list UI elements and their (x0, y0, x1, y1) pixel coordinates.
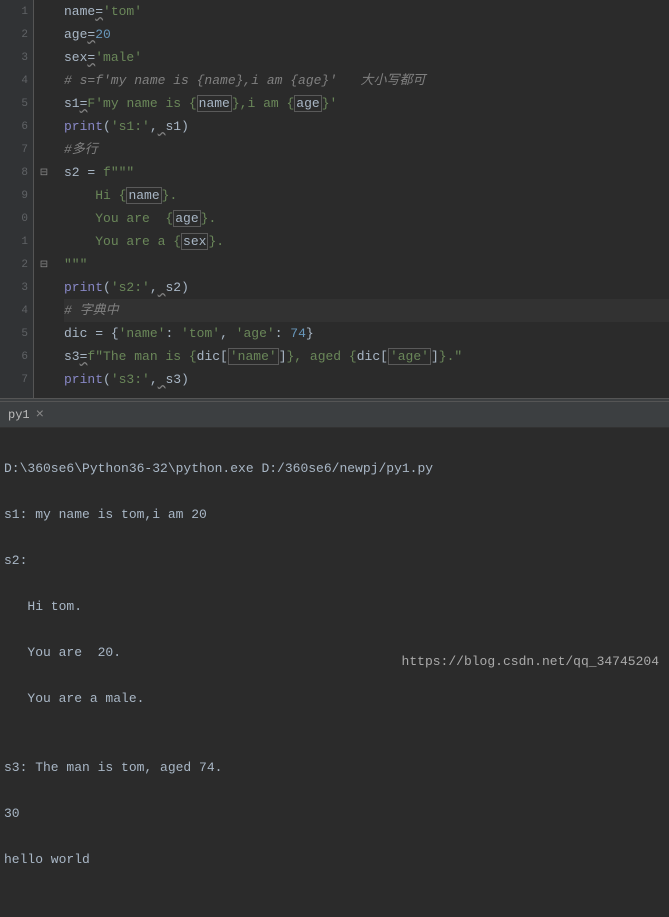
line-number: 4 (0, 299, 33, 322)
watermark-text: https://blog.csdn.net/qq_34745204 (402, 650, 659, 673)
code-line[interactable]: """ (64, 253, 669, 276)
console-line: You are a male. (4, 687, 665, 710)
console-line: 30 (4, 802, 665, 825)
code-line[interactable]: s3=f"The man is {dic['name']}, aged {dic… (64, 345, 669, 368)
console-tab-bar: py1 × (0, 402, 669, 428)
editor-area: 1 2 3 4 5 6 7 8 9 0 1 2 3 4 5 6 7 ⊟ ⊟ na… (0, 0, 669, 398)
line-number: 1 (0, 0, 33, 23)
line-number: 3 (0, 46, 33, 69)
line-number: 6 (0, 115, 33, 138)
close-icon[interactable]: × (36, 407, 44, 423)
line-number: 3 (0, 276, 33, 299)
console-line: s2: (4, 549, 665, 572)
line-number: 8 (0, 161, 33, 184)
code-line[interactable]: print('s3:', s3) (64, 368, 669, 391)
code-line[interactable]: Hi {name}. (64, 184, 669, 207)
code-line[interactable]: #多行 (64, 138, 669, 161)
line-number: 0 (0, 207, 33, 230)
line-number: 1 (0, 230, 33, 253)
code-line[interactable]: age=20 (64, 23, 669, 46)
code-line[interactable]: # s=f'my name is {name},i am {age}' 大小写都… (64, 69, 669, 92)
fold-gutter: ⊟ ⊟ (34, 0, 54, 398)
line-number: 7 (0, 138, 33, 161)
line-number: 5 (0, 322, 33, 345)
line-number: 2 (0, 23, 33, 46)
console-line: s1: my name is tom,i am 20 (4, 503, 665, 526)
code-line[interactable]: s1=F'my name is {name},i am {age}' (64, 92, 669, 115)
line-number: 4 (0, 69, 33, 92)
console-line: Hi tom. (4, 595, 665, 618)
console-output[interactable]: D:\360se6\Python36-32\python.exe D:/360s… (0, 428, 669, 681)
code-line[interactable]: s2 = f""" (64, 161, 669, 184)
code-line[interactable]: # 字典中 (64, 299, 669, 322)
code-editor[interactable]: name='tom' age=20 sex='male' # s=f'my na… (54, 0, 669, 398)
code-line[interactable]: dic = {'name': 'tom', 'age': 74} (64, 322, 669, 345)
fold-toggle-icon[interactable]: ⊟ (34, 161, 54, 184)
line-number: 6 (0, 345, 33, 368)
code-line[interactable]: You are {age}. (64, 207, 669, 230)
line-number: 5 (0, 92, 33, 115)
code-line[interactable]: print('s1:', s1) (64, 115, 669, 138)
tab-label: py1 (8, 408, 30, 422)
code-line[interactable]: sex='male' (64, 46, 669, 69)
line-number-gutter: 1 2 3 4 5 6 7 8 9 0 1 2 3 4 5 6 7 (0, 0, 34, 398)
console-tab[interactable]: py1 × (0, 402, 52, 427)
code-line[interactable]: print('s2:', s2) (64, 276, 669, 299)
code-line[interactable]: You are a {sex}. (64, 230, 669, 253)
console-line: s3: The man is tom, aged 74. (4, 756, 665, 779)
fold-toggle-icon[interactable]: ⊟ (34, 253, 54, 276)
line-number: 7 (0, 368, 33, 391)
line-number: 9 (0, 184, 33, 207)
console-line: hello world (4, 848, 665, 871)
code-line[interactable]: name='tom' (64, 0, 669, 23)
console-line: D:\360se6\Python36-32\python.exe D:/360s… (4, 457, 665, 480)
line-number: 2 (0, 253, 33, 276)
